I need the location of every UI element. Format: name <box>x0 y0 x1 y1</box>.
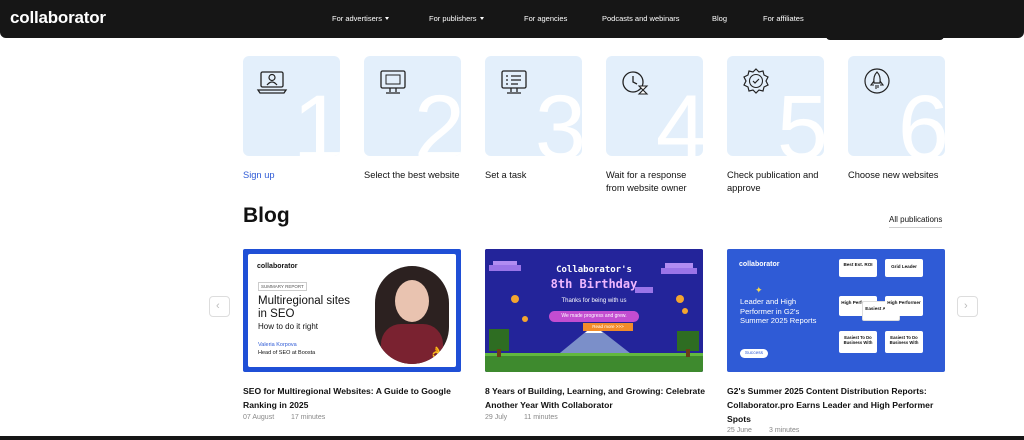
card-headline: Leader and High Performer in G2's Summer… <box>740 297 817 325</box>
sparkle-icon: ✦ <box>755 285 763 295</box>
post-title-link[interactable]: SEO for Multiregional Websites: A Guide … <box>243 384 465 412</box>
blog-card-image-2[interactable]: Collaborator's 8th Birthday Thanks for b… <box>485 249 703 372</box>
birthday-heading-2: 8th Birthday <box>550 277 638 291</box>
progress-pill: We made progress and grew. <box>549 311 639 322</box>
step-number: 5 <box>776 77 824 156</box>
nav-item-advertisers[interactable]: For advertisers <box>332 14 390 23</box>
author-photo: 👌 <box>375 266 449 364</box>
step-card-3: 3 <box>485 56 582 156</box>
g2-badge: Easiest To Do Business With <box>885 331 923 353</box>
nav-item-blog[interactable]: Blog <box>712 14 727 23</box>
header-cta-edge[interactable] <box>826 35 944 40</box>
carousel-next-button[interactable]: › <box>957 296 978 317</box>
badge-check-icon <box>743 68 769 94</box>
monitor-icon <box>380 70 406 94</box>
step-label: Set a task <box>485 170 527 180</box>
main-nav: For advertisers For publishers For agenc… <box>0 14 1024 26</box>
summary-tag: SUMMARY REPORT <box>258 282 307 291</box>
card-logo: collaborator <box>739 261 780 268</box>
step-number: 3 <box>534 77 582 156</box>
post-date: 29 July <box>485 414 508 421</box>
chevron-down-icon <box>479 16 484 20</box>
step-card-1: 1 <box>243 56 340 156</box>
step-card-2: 2 <box>364 56 461 156</box>
card-subheadline: How to do it right <box>258 322 319 331</box>
bottom-bar <box>0 436 1024 440</box>
post-date: 25 June <box>727 427 752 434</box>
card-logo: collaborator <box>257 263 298 270</box>
all-publications-link[interactable]: All publications <box>889 215 943 228</box>
step-label: Check publication and approve <box>727 170 819 193</box>
post-read-time: 17 minutes <box>291 414 326 421</box>
carousel-prev-button[interactable]: ‹ <box>209 296 230 317</box>
chevron-left-icon: ‹ <box>216 300 220 312</box>
g2-badge: Easiest To Do Business With <box>839 331 877 353</box>
rocket-icon <box>864 68 890 94</box>
blog-heading: Blog <box>243 204 290 227</box>
read-more-pill: Read more >>> <box>583 323 633 331</box>
blog-card-image-3[interactable]: collaborator ✦ Leader and High Performer… <box>727 249 945 372</box>
clock-hourglass-icon <box>622 71 649 95</box>
card-image-frame: collaborator SUMMARY REPORT Multiregiona… <box>248 254 456 367</box>
step-card-5: 5 <box>727 56 824 156</box>
step-number: 4 <box>655 77 703 156</box>
step-label-sign-up[interactable]: Sign up <box>243 169 358 182</box>
step-label: Select the best website <box>364 170 460 180</box>
step-label: Choose new websites <box>848 170 939 180</box>
step-label: Wait for a response from website owner <box>606 170 687 193</box>
post-title-link[interactable]: 8 Years of Building, Learning, and Growi… <box>485 384 707 412</box>
card-headline: Multiregional sites in SEO <box>258 295 351 320</box>
g2-badge: Best Est. ROI <box>839 259 877 277</box>
post-read-time: 3 minutes <box>769 427 800 434</box>
thanks-text: Thanks for being with us <box>561 298 627 304</box>
g2-badge: High Performer <box>885 296 923 316</box>
step-card-4: 4 <box>606 56 703 156</box>
blog-card-image-1[interactable]: collaborator SUMMARY REPORT Multiregiona… <box>243 249 461 372</box>
post-title-link[interactable]: G2's Summer 2025 Content Distribution Re… <box>727 384 949 426</box>
success-pill: Success <box>740 349 768 358</box>
checklist-monitor-icon <box>501 70 527 94</box>
step-number: 6 <box>897 77 945 156</box>
laptop-user-icon <box>256 71 288 94</box>
nav-item-podcasts[interactable]: Podcasts and webinars <box>602 14 680 23</box>
birthday-heading-1: Collaborator's <box>556 265 632 275</box>
step-card-6: 6 <box>848 56 945 156</box>
author-name: Valeria Korpova <box>258 342 297 348</box>
top-navbar: collaborator For advertisers For publish… <box>0 0 1024 38</box>
step-number: 2 <box>413 77 461 156</box>
step-number: 1 <box>292 77 340 156</box>
chevron-right-icon: › <box>964 300 968 312</box>
chevron-down-icon <box>385 16 390 20</box>
nav-item-publishers[interactable]: For publishers <box>429 14 484 23</box>
nav-item-affiliates[interactable]: For affiliates <box>763 14 804 23</box>
post-date: 07 August <box>243 414 275 421</box>
author-role: Head of SEO at Boosta <box>258 350 316 356</box>
g2-badge: Grid Leader <box>885 259 923 277</box>
nav-item-agencies[interactable]: For agencies <box>524 14 567 23</box>
post-read-time: 11 minutes <box>524 414 558 421</box>
